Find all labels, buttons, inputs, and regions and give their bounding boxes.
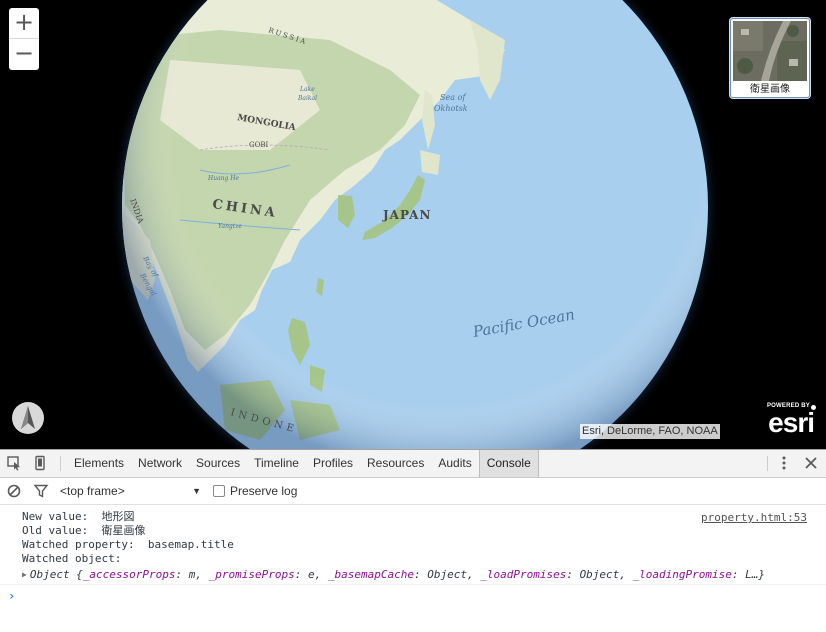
- console-divider: [0, 584, 826, 585]
- object-key: _basemapCache: [327, 568, 414, 581]
- tab-profiles[interactable]: Profiles: [306, 450, 360, 477]
- dropdown-arrow-icon: ▼: [192, 486, 201, 496]
- basemap-toggle[interactable]: 衛星画像: [730, 18, 810, 98]
- expand-triangle-icon[interactable]: ▶: [22, 570, 27, 579]
- object-value: L…}: [745, 568, 766, 581]
- label-yangtze: Yangtze: [218, 223, 242, 230]
- frame-select[interactable]: <top frame> ▼: [60, 483, 204, 499]
- more-options-icon[interactable]: [776, 455, 792, 471]
- filter-icon[interactable]: [33, 483, 49, 499]
- object-prefix: Object {: [29, 568, 83, 581]
- zoom-out-button[interactable]: −: [9, 39, 39, 70]
- zoom-in-button[interactable]: +: [9, 8, 39, 39]
- object-key: _loadingPromise: [632, 568, 732, 581]
- object-value: m: [188, 568, 196, 581]
- object-value: e: [308, 568, 315, 581]
- console-prompt-icon[interactable]: ›: [8, 589, 15, 603]
- tab-sources[interactable]: Sources: [189, 450, 247, 477]
- map-attribution: Esri, DeLorme, FAO, NOAA: [580, 424, 720, 439]
- esri-logo[interactable]: POWERED BY esri: [756, 403, 818, 438]
- console-object-preview[interactable]: ▶ Object {_accessorProps: m, _promiseProp…: [22, 568, 765, 583]
- label-huang-he: Huang He: [207, 175, 240, 182]
- zoom-control: + −: [9, 8, 39, 70]
- tab-timeline[interactable]: Timeline: [247, 450, 306, 477]
- devtools-tabbar: Elements Network Sources Timeline Profil…: [0, 450, 826, 478]
- console-line: Watched object:: [22, 552, 122, 565]
- device-mode-icon[interactable]: [32, 455, 48, 471]
- compass-button[interactable]: [12, 402, 44, 434]
- tab-audits[interactable]: Audits: [431, 450, 478, 477]
- inspect-element-icon[interactable]: [6, 455, 22, 471]
- tab-network[interactable]: Network: [131, 450, 189, 477]
- preserve-log-label: Preserve log: [230, 484, 298, 498]
- basemap-toggle-label: 衛星画像: [750, 84, 790, 95]
- clear-console-icon[interactable]: [6, 483, 22, 499]
- frame-select-value: <top frame>: [60, 484, 125, 498]
- map-view[interactable]: RUSSIA MONGOLIA GOBI CHINA JAPAN INDIA I…: [0, 0, 826, 449]
- tab-resources[interactable]: Resources: [360, 450, 431, 477]
- satellite-thumbnail: [733, 21, 807, 81]
- label-sea-of-okhotsk-2: Okhotsk: [434, 104, 468, 113]
- preserve-log-checkbox[interactable]: Preserve log: [213, 483, 297, 499]
- object-key: _loadPromises: [480, 568, 567, 581]
- toolbar-divider: [60, 456, 61, 471]
- globe[interactable]: RUSSIA MONGOLIA GOBI CHINA JAPAN INDIA I…: [0, 0, 826, 449]
- object-value: Object: [579, 568, 620, 581]
- object-value: Object: [427, 568, 467, 581]
- esri-wordmark: esri: [768, 407, 815, 438]
- console-line: New value: 地形図: [22, 510, 135, 523]
- tab-console[interactable]: Console: [478, 450, 539, 477]
- label-lake-baikal-2: Baikal: [297, 95, 317, 102]
- tab-elements[interactable]: Elements: [67, 450, 131, 477]
- close-icon[interactable]: [803, 455, 819, 471]
- object-key: _promiseProps: [208, 568, 295, 581]
- label-lake-baikal-1: Lake: [299, 86, 315, 93]
- console-line: Old value: 衛星画像: [22, 524, 146, 537]
- console-source-link[interactable]: property.html:53: [701, 511, 807, 524]
- checkbox-icon: [213, 485, 225, 497]
- devtools-tabs: Elements Network Sources Timeline Profil…: [67, 450, 539, 477]
- label-sea-of-okhotsk-1: Sea of: [440, 93, 467, 102]
- console-output[interactable]: property.html:53 New value: 地形図 Old valu…: [0, 505, 826, 632]
- compass-needle-icon: [21, 406, 35, 429]
- console-toolbar: <top frame> ▼ Preserve log: [0, 478, 826, 505]
- console-line: Watched property: basemap.title: [22, 538, 234, 551]
- label-gobi: GOBI: [249, 141, 268, 149]
- label-japan: JAPAN: [382, 208, 431, 222]
- object-key: _accessorProps: [82, 568, 176, 581]
- devtools-panel: Elements Network Sources Timeline Profil…: [0, 449, 826, 632]
- toolbar-divider: [767, 456, 768, 471]
